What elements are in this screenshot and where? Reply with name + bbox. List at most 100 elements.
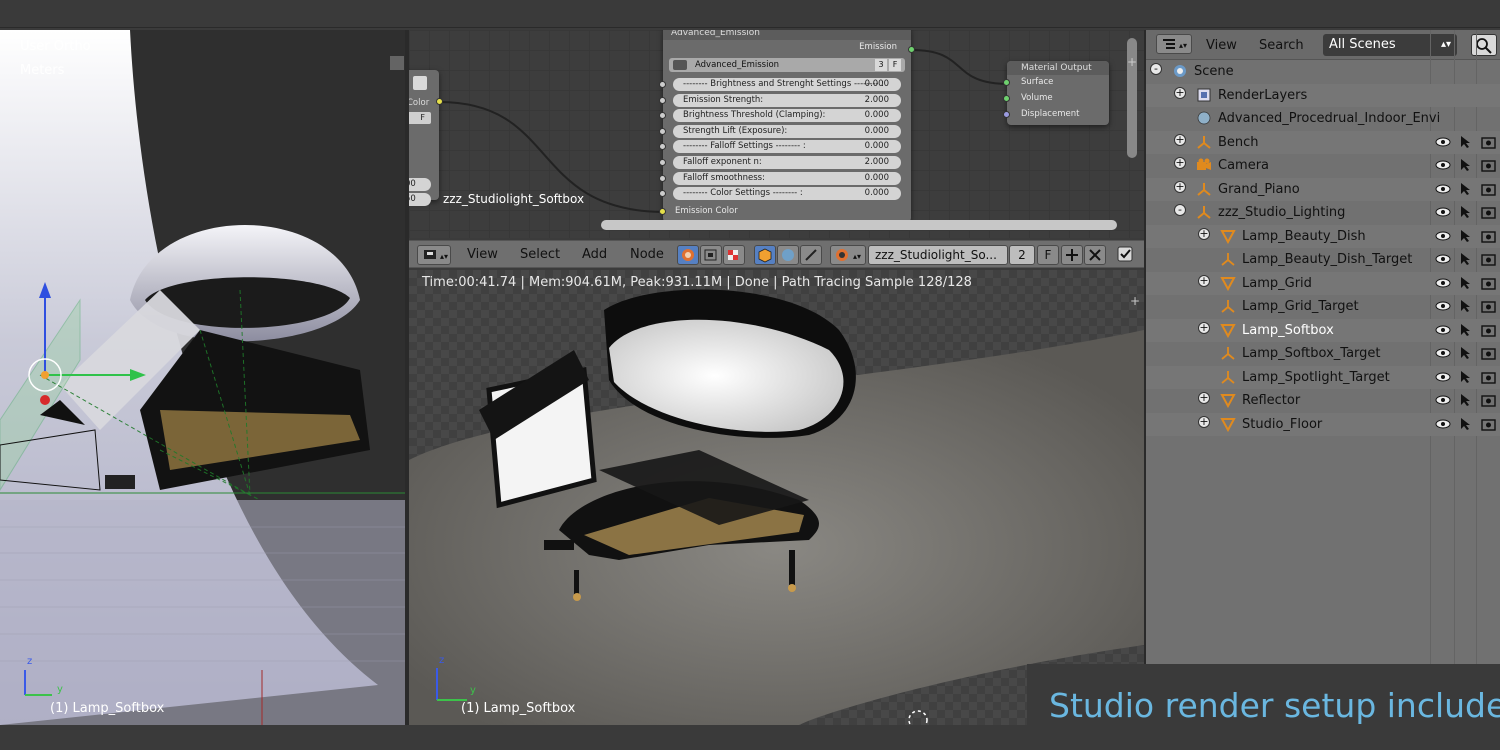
menu-node[interactable]: Node	[630, 247, 664, 262]
outliner-row-label[interactable]: Lamp_Spotlight_Target	[1242, 370, 1390, 385]
group-param-field[interactable]: Emission Strength: 2.000	[673, 93, 901, 107]
outliner-row-label[interactable]: Reflector	[1242, 393, 1300, 408]
outliner-row-label[interactable]: Studio_Floor	[1242, 417, 1322, 432]
expand-icon[interactable]: +	[1198, 392, 1210, 404]
surface-input-socket[interactable]	[1003, 79, 1010, 86]
outliner-editor-type-button[interactable]: ▴▾	[1156, 34, 1192, 54]
visibility-eye-icon[interactable]	[1435, 346, 1451, 364]
outliner-row-label[interactable]: Advanced_Procedrual_Indoor_Envi	[1218, 111, 1440, 126]
group-param-field[interactable]: Brightness Threshold (Clamping): 0.000	[673, 109, 901, 123]
render-camera-icon[interactable]	[1481, 135, 1497, 153]
editor-type-button[interactable]: ▴▾	[417, 245, 451, 265]
render-camera-icon[interactable]	[1481, 229, 1497, 247]
selectable-cursor-icon[interactable]	[1459, 370, 1471, 388]
group-param-field[interactable]: Strength Lift (Exposure): 0.000	[673, 124, 901, 138]
expand-icon[interactable]: +	[1198, 227, 1210, 240]
shader-tree-button[interactable]	[677, 245, 699, 265]
selectable-cursor-icon[interactable]	[1459, 135, 1471, 153]
use-nodes-toggle[interactable]	[1115, 245, 1137, 265]
group-param-input-socket[interactable]	[659, 81, 666, 88]
selectable-cursor-icon[interactable]	[1459, 276, 1471, 294]
visibility-eye-icon[interactable]	[1435, 323, 1451, 341]
render-camera-icon[interactable]	[1481, 393, 1497, 411]
world-shader-button[interactable]	[777, 245, 799, 265]
menu-select[interactable]: Select	[520, 247, 560, 262]
group-fake-user-button[interactable]: F	[889, 59, 901, 71]
selectable-cursor-icon[interactable]	[1459, 299, 1471, 317]
outliner-row-label[interactable]: Lamp_Softbox_Target	[1242, 346, 1381, 361]
outliner-row[interactable]: - zzz_Studio_Lighting	[1146, 201, 1500, 225]
viewport-corner-widget[interactable]	[390, 56, 404, 70]
outliner-row-label[interactable]: zzz_Studio_Lighting	[1218, 205, 1345, 220]
group-param-field[interactable]: -------- Color Settings -------- : 0.000	[673, 187, 901, 201]
group-datablock-field[interactable]: Advanced_Emission	[669, 58, 905, 72]
displacement-input-socket[interactable]	[1003, 111, 1010, 118]
render-camera-icon[interactable]	[1481, 252, 1497, 270]
selectable-cursor-icon[interactable]	[1459, 158, 1471, 176]
expand-icon[interactable]: +	[1174, 157, 1186, 169]
outliner-row[interactable]: Lamp_Beauty_Dish_Target	[1146, 248, 1500, 272]
texture-tree-button[interactable]	[723, 245, 745, 265]
color-node-fake-user[interactable]: F	[409, 112, 431, 124]
selectable-cursor-icon[interactable]	[1459, 182, 1471, 200]
outliner-row[interactable]: + Lamp_Grid	[1146, 271, 1500, 295]
selectable-cursor-icon[interactable]	[1459, 252, 1471, 270]
outliner-row-label[interactable]: Lamp_Softbox	[1242, 323, 1334, 338]
group-param-field[interactable]: Falloff smoothness: 0.000	[673, 171, 901, 185]
render-camera-icon[interactable]	[1481, 417, 1497, 435]
outliner-row[interactable]: + Studio_Floor	[1146, 412, 1500, 436]
material-user-count[interactable]: 2	[1009, 245, 1035, 265]
selectable-cursor-icon[interactable]	[1459, 346, 1471, 364]
outliner-row-label[interactable]: Bench	[1218, 135, 1259, 150]
collapse-icon[interactable]: -	[1174, 204, 1186, 216]
outliner-row[interactable]: + Lamp_Beauty_Dish	[1146, 224, 1500, 248]
expand-icon[interactable]: +	[1174, 86, 1186, 99]
outliner-row[interactable]: Lamp_Spotlight_Target	[1146, 365, 1500, 389]
visibility-eye-icon[interactable]	[1435, 229, 1451, 247]
group-param-field[interactable]: -------- Falloff Settings -------- : 0.00…	[673, 140, 901, 154]
expand-icon[interactable]: +	[1198, 321, 1210, 334]
visibility-eye-icon[interactable]	[1435, 370, 1451, 388]
selectable-cursor-icon[interactable]	[1459, 205, 1471, 223]
visibility-eye-icon[interactable]	[1435, 158, 1451, 176]
color-output-socket[interactable]	[436, 98, 443, 105]
render-camera-icon[interactable]	[1481, 323, 1497, 341]
outliner-menu-search[interactable]: Search	[1259, 38, 1304, 53]
outliner-row[interactable]: + Lamp_Softbox	[1146, 318, 1500, 342]
outliner-row[interactable]: + Grand_Piano	[1146, 177, 1500, 201]
group-param-field[interactable]: Falloff exponent n: 2.000	[673, 156, 901, 169]
node-editor[interactable]: Color F 00 50 zzz_Studiolight_Softbox Ad…	[409, 30, 1144, 238]
expand-icon[interactable]: +	[1174, 133, 1186, 146]
line-style-button[interactable]	[800, 245, 822, 265]
render-camera-icon[interactable]	[1481, 182, 1497, 200]
node-editor-add-region-icon[interactable]: +	[1127, 56, 1139, 68]
emission-color-socket[interactable]	[659, 208, 666, 215]
outliner-row-label[interactable]: Camera	[1218, 158, 1269, 173]
selectable-cursor-icon[interactable]	[1459, 417, 1471, 435]
outliner-row[interactable]: + RenderLayers	[1146, 83, 1500, 107]
group-param-input-socket[interactable]	[659, 127, 666, 135]
material-fake-user-button[interactable]: F	[1037, 245, 1059, 265]
outliner-row-label[interactable]: Lamp_Grid	[1242, 276, 1312, 291]
outliner-row-label[interactable]: Lamp_Grid_Target	[1242, 299, 1359, 314]
expand-icon[interactable]: +	[1198, 274, 1210, 287]
outliner-row-label[interactable]: RenderLayers	[1218, 88, 1307, 103]
outliner-row[interactable]: + Bench	[1146, 130, 1500, 154]
group-param-field[interactable]: -------- Brightness and Strenght Setting…	[673, 78, 901, 91]
selectable-cursor-icon[interactable]	[1459, 229, 1471, 247]
material-name-field[interactable]: zzz_Studiolight_So...	[868, 245, 1008, 265]
emission-output-socket[interactable]	[908, 46, 915, 53]
visibility-eye-icon[interactable]	[1435, 135, 1451, 153]
color-node-value-a[interactable]: 00	[409, 178, 431, 191]
menu-add[interactable]: Add	[582, 247, 607, 262]
expand-icon[interactable]: +	[1174, 180, 1186, 193]
render-camera-icon[interactable]	[1481, 299, 1497, 317]
visibility-eye-icon[interactable]	[1435, 205, 1451, 223]
outliner-row[interactable]: Advanced_Procedrual_Indoor_Envi	[1146, 107, 1500, 131]
new-material-button[interactable]	[1061, 245, 1083, 265]
outliner-row[interactable]: - Scene	[1146, 60, 1500, 84]
outliner-row[interactable]: Lamp_Grid_Target	[1146, 295, 1500, 319]
node-preview-icon[interactable]	[413, 76, 427, 90]
expand-icon[interactable]: +	[1198, 415, 1210, 428]
render-camera-icon[interactable]	[1481, 346, 1497, 364]
